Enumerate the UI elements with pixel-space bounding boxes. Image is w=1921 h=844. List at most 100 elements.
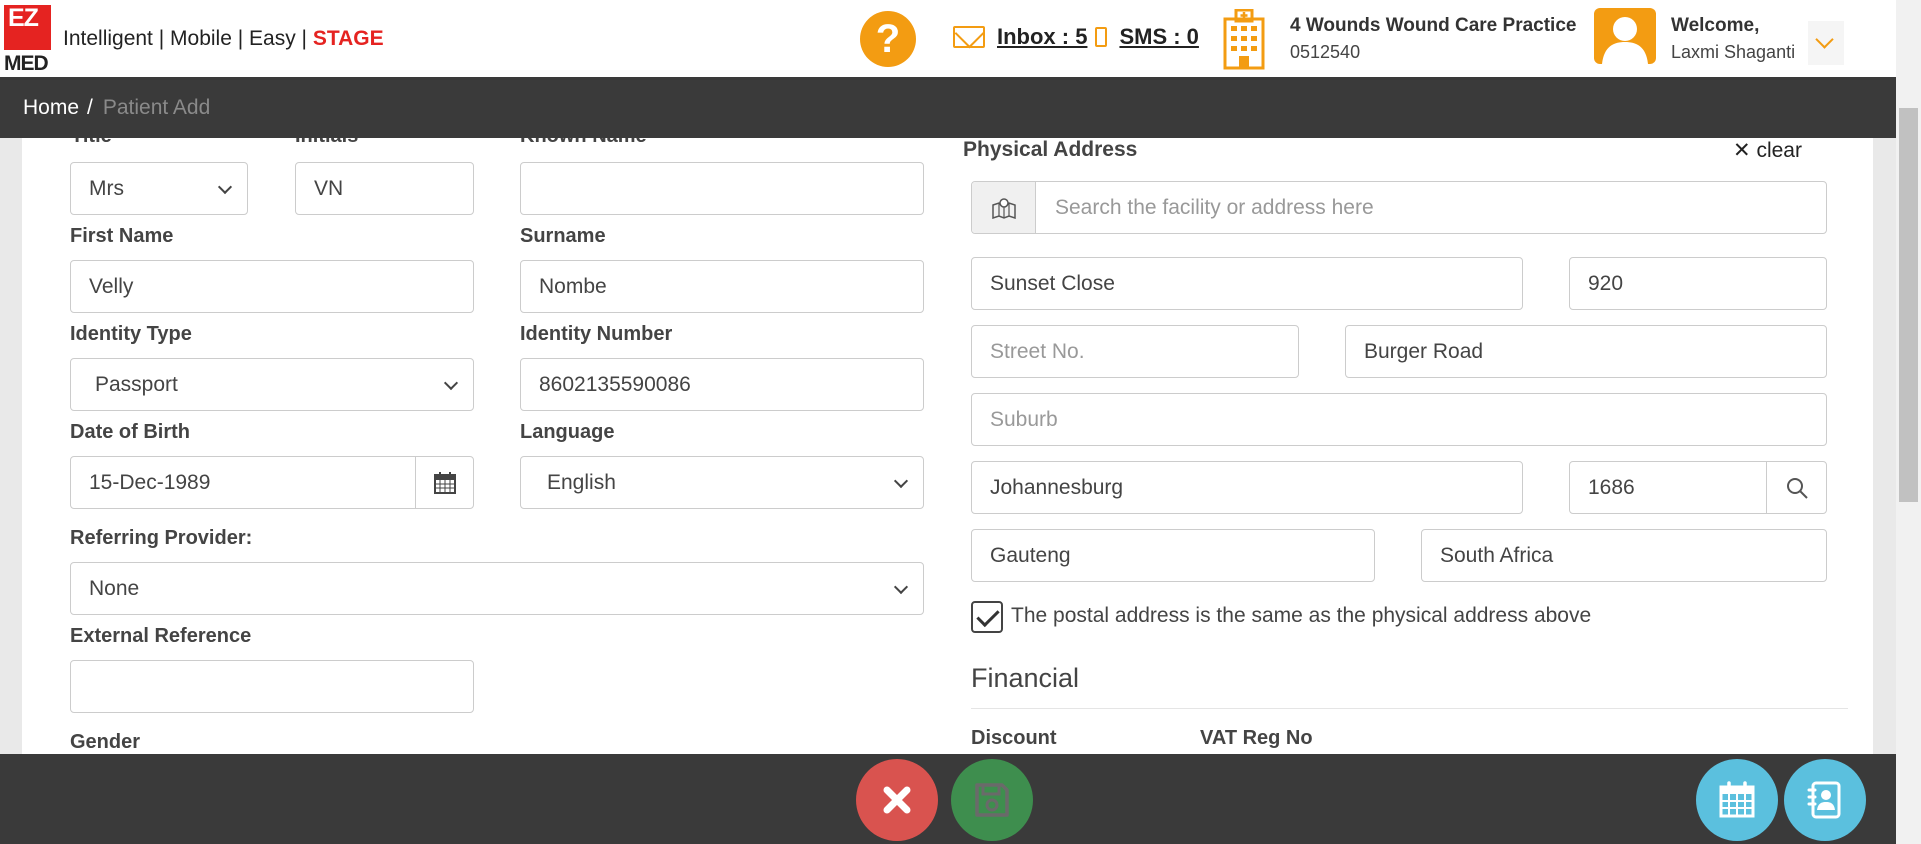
first-name-label: First Name: [70, 225, 174, 247]
postal-code-value: 1686: [1588, 475, 1635, 499]
country-input[interactable]: South Africa: [1421, 529, 1827, 582]
referring-provider-value: None: [89, 576, 140, 600]
title-select[interactable]: Mrs: [70, 162, 248, 215]
street-no-placeholder: Street No.: [990, 339, 1085, 363]
known-name-input[interactable]: [520, 162, 924, 215]
suburb-placeholder: Suburb: [990, 407, 1058, 431]
avatar[interactable]: [1594, 8, 1656, 64]
dob-value: 15-Dec-1989: [89, 470, 211, 494]
external-reference-input[interactable]: [70, 660, 474, 713]
sms-link[interactable]: SMS : 0: [1119, 24, 1198, 50]
postal-same-label[interactable]: The postal address is the same as the ph…: [1011, 604, 1591, 628]
street-value: Burger Road: [1364, 339, 1484, 363]
tagline-text: Intelligent | Mobile | Easy |: [63, 27, 313, 50]
close-icon: ✕: [1733, 139, 1751, 162]
referring-provider-label: Referring Provider:: [70, 527, 253, 549]
address-search-placeholder: Search the facility or address here: [1055, 195, 1374, 219]
language-label: Language: [520, 421, 615, 443]
physical-address-title: Physical Address: [963, 138, 1138, 161]
postal-code-search-button[interactable]: [1766, 462, 1826, 513]
app-header: EZ MED Intelligent | Mobile | Easy | STA…: [0, 0, 1896, 77]
identity-type-select[interactable]: Passport: [70, 358, 474, 411]
identity-number-input[interactable]: 8602135590086: [520, 358, 924, 411]
identity-type-label: Identity Type: [70, 323, 192, 345]
dob-label: Date of Birth: [70, 421, 190, 443]
welcome-text: Welcome,: [1671, 15, 1760, 36]
logo-med: MED: [4, 52, 49, 75]
clear-address-button[interactable]: ✕ clear: [1733, 138, 1802, 163]
breadcrumb: Home / Patient Add: [0, 77, 1896, 138]
unit-value: 920: [1588, 271, 1624, 295]
province-value: Gauteng: [990, 543, 1071, 567]
vat-reg-label: VAT Reg No: [1200, 727, 1313, 749]
unit-input[interactable]: 920: [1569, 257, 1827, 310]
title-label: Title: [71, 138, 112, 148]
known-name-label: Known Name: [520, 138, 647, 148]
surname-value: Nombe: [539, 274, 607, 298]
clear-label: clear: [1756, 139, 1802, 162]
city-input[interactable]: Johannesburg: [971, 461, 1523, 514]
inbox-link[interactable]: Inbox : 5: [997, 24, 1087, 50]
user-silhouette-icon: [1602, 17, 1648, 64]
calendar-icon: [1719, 781, 1755, 818]
user-menu-chevron-down-icon[interactable]: [1808, 21, 1844, 65]
address-search-input[interactable]: Search the facility or address here: [971, 181, 1827, 234]
external-reference-label: External Reference: [70, 625, 252, 647]
language-select[interactable]: English: [520, 456, 924, 509]
welcome-block: Welcome, Laxmi Shaganti: [1671, 15, 1795, 63]
patient-form-panel: Title Initials Known Name Mrs VN First N…: [22, 138, 1873, 754]
environment-badge: STAGE: [312, 27, 384, 50]
logo-ez: EZ: [4, 5, 51, 50]
mobile-phone-icon: [1095, 27, 1108, 47]
search-icon: [1786, 477, 1808, 499]
practice-name: 4 Wounds Wound Care Practice: [1290, 15, 1577, 36]
first-name-value: Velly: [89, 274, 134, 298]
financial-section-title: Financial: [971, 663, 1080, 693]
referring-provider-select[interactable]: None: [70, 562, 924, 615]
country-value: South Africa: [1440, 543, 1554, 567]
map-search-addon: [972, 182, 1036, 233]
contact-book-button[interactable]: [1784, 759, 1866, 841]
province-input[interactable]: Gauteng: [971, 529, 1375, 582]
financial-divider: [971, 708, 1848, 709]
language-value: English: [547, 470, 616, 494]
gender-label: Gender: [70, 731, 141, 753]
street-input[interactable]: Burger Road: [1345, 325, 1827, 378]
app-tagline: Intelligent | Mobile | Easy | STAGE: [63, 27, 384, 51]
title-value: Mrs: [89, 176, 124, 200]
close-icon: [883, 786, 911, 814]
page-scrollbar-thumb[interactable]: [1899, 108, 1918, 502]
help-button[interactable]: ?: [860, 11, 916, 67]
discount-label: Discount: [971, 727, 1057, 749]
complex-input[interactable]: Sunset Close: [971, 257, 1523, 310]
identity-type-value: Passport: [95, 372, 178, 396]
complex-value: Sunset Close: [990, 271, 1115, 295]
practice-code: 0512540: [1290, 42, 1361, 62]
dob-input[interactable]: 15-Dec-1989: [70, 456, 474, 509]
initials-input[interactable]: VN: [295, 162, 474, 215]
map-icon: [991, 197, 1016, 219]
suburb-input[interactable]: Suburb: [971, 393, 1827, 446]
messages: Inbox : 5 SMS : 0: [953, 22, 1199, 52]
ezmed-logo[interactable]: EZ MED: [4, 5, 51, 75]
street-no-input[interactable]: Street No.: [971, 325, 1299, 378]
breadcrumb-current: Patient Add: [102, 95, 211, 119]
user-name: Laxmi Shaganti: [1671, 42, 1796, 62]
save-button[interactable]: [951, 759, 1033, 841]
cancel-button[interactable]: [856, 759, 938, 841]
calendar-picker-button[interactable]: [415, 457, 473, 508]
breadcrumb-home[interactable]: Home: [23, 96, 79, 120]
initials-label: Initials: [295, 138, 358, 148]
surname-label: Surname: [520, 225, 606, 247]
action-bar: [0, 754, 1896, 844]
contact-book-icon: [1807, 781, 1841, 819]
surname-input[interactable]: Nombe: [520, 260, 924, 313]
envelope-icon: [953, 26, 985, 48]
practice-info[interactable]: 4 Wounds Wound Care Practice 0512540: [1290, 15, 1576, 63]
building-icon: [1223, 9, 1265, 70]
first-name-input[interactable]: Velly: [70, 260, 474, 313]
initials-value: VN: [314, 176, 344, 200]
postal-same-checkbox[interactable]: [971, 601, 1003, 633]
calendar-button[interactable]: [1696, 759, 1778, 841]
postal-code-input[interactable]: 1686: [1569, 461, 1827, 514]
